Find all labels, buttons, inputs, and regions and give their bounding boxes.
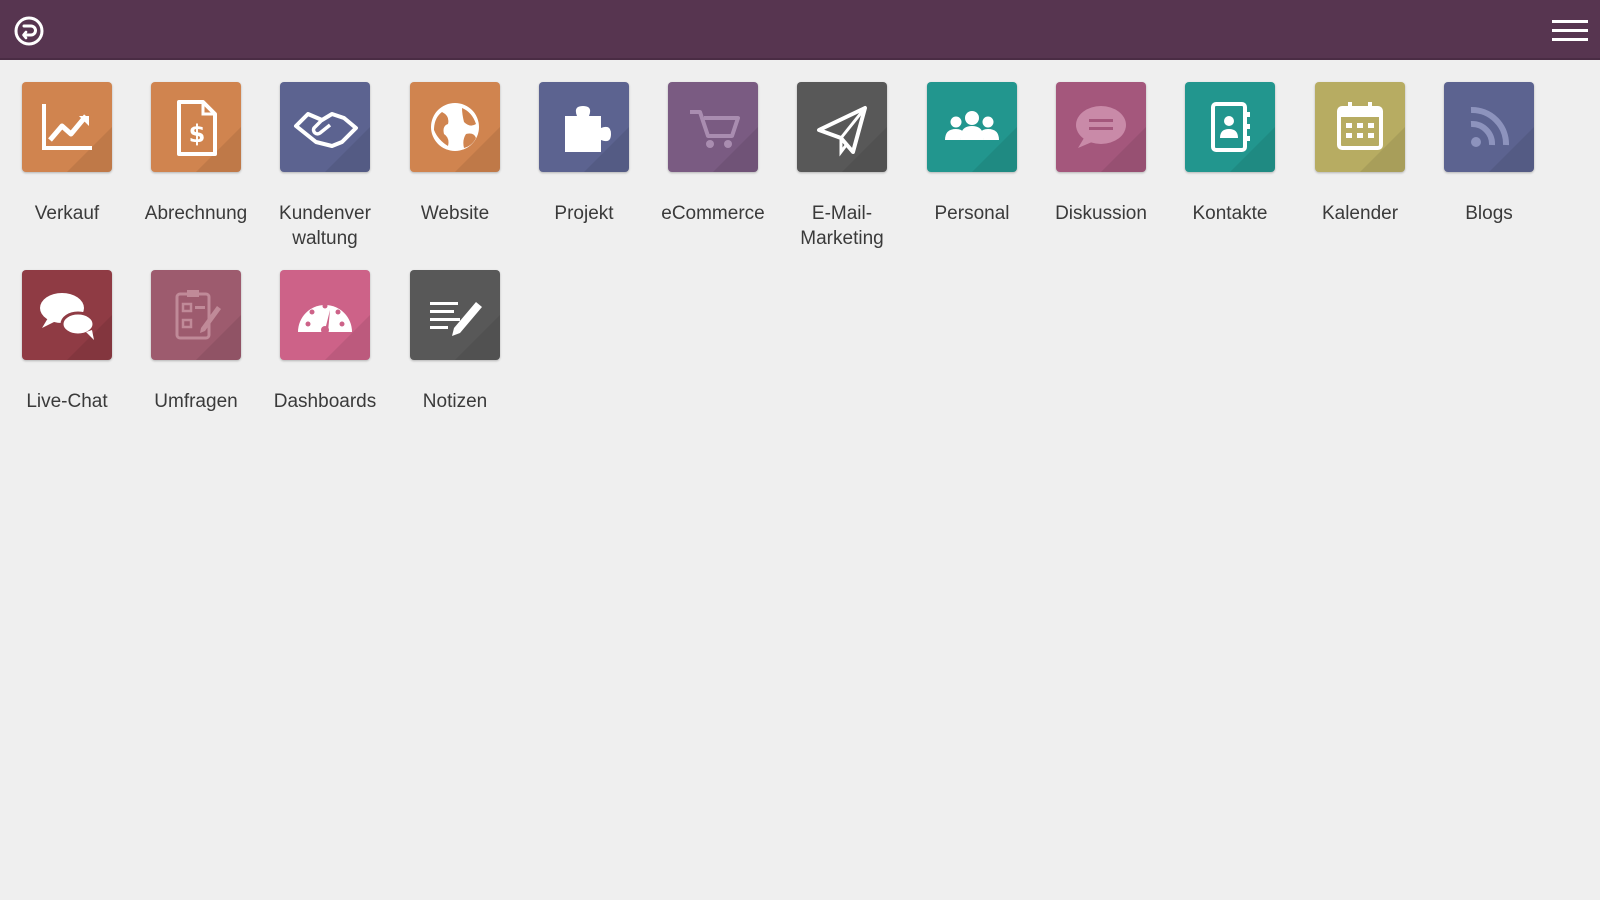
app-website[interactable]: Website bbox=[388, 60, 520, 240]
shopping-cart-icon bbox=[668, 82, 758, 172]
app-label: E-Mail- Marketing bbox=[800, 203, 884, 249]
app-label: Notizen bbox=[422, 391, 488, 412]
paper-plane-icon bbox=[797, 82, 887, 172]
calendar-icon bbox=[1315, 82, 1405, 172]
globe-icon bbox=[410, 82, 500, 172]
top-navbar bbox=[0, 0, 1600, 60]
odoo-home-icon bbox=[14, 16, 44, 46]
app-blogs[interactable]: Blogs bbox=[1422, 60, 1554, 240]
app-verkauf[interactable]: Verkauf bbox=[0, 60, 132, 240]
app-label: Kundenver waltung bbox=[279, 203, 371, 249]
app-notizen[interactable]: Notizen bbox=[388, 248, 520, 428]
home-button[interactable] bbox=[12, 14, 46, 48]
app-label: Verkauf bbox=[34, 203, 100, 224]
app-label: Diskussion bbox=[1055, 203, 1147, 224]
app-label: Dashboards bbox=[273, 391, 377, 412]
svg-text:$: $ bbox=[189, 120, 206, 148]
app-abrechnung[interactable]: $ Abrechnung bbox=[129, 60, 261, 240]
app-label: Projekt bbox=[554, 203, 614, 224]
app-ecommerce[interactable]: eCommerce bbox=[646, 60, 778, 240]
hamburger-menu-icon bbox=[1552, 20, 1588, 41]
app-label: Website bbox=[420, 203, 490, 224]
app-email-marketing[interactable]: E-Mail- Marketing bbox=[775, 60, 907, 249]
survey-clipboard-icon bbox=[151, 270, 241, 360]
notes-pen-icon bbox=[410, 270, 500, 360]
app-label: eCommerce bbox=[661, 203, 765, 224]
rss-feed-icon bbox=[1444, 82, 1534, 172]
app-kundenverwaltung[interactable]: Kundenver waltung bbox=[258, 60, 390, 249]
app-dashboards[interactable]: Dashboards bbox=[258, 248, 390, 428]
app-label: Live-Chat bbox=[26, 391, 108, 412]
app-projekt[interactable]: Projekt bbox=[517, 60, 649, 240]
hamburger-menu-button[interactable] bbox=[1550, 16, 1590, 46]
app-label: Umfragen bbox=[154, 391, 238, 412]
invoice-dollar-icon: $ bbox=[151, 82, 241, 172]
people-group-icon bbox=[927, 82, 1017, 172]
app-label: Kalender bbox=[1321, 203, 1399, 224]
app-umfragen[interactable]: Umfragen bbox=[129, 248, 261, 428]
chat-bubbles-icon bbox=[22, 270, 112, 360]
handshake-icon bbox=[280, 82, 370, 172]
trend-chart-icon bbox=[22, 82, 112, 172]
app-kalender[interactable]: Kalender bbox=[1293, 60, 1425, 240]
app-label: Personal bbox=[934, 203, 1010, 224]
app-kontakte[interactable]: Kontakte bbox=[1163, 60, 1295, 240]
puzzle-icon bbox=[539, 82, 629, 172]
app-label: Blogs bbox=[1465, 203, 1513, 224]
address-book-icon bbox=[1185, 82, 1275, 172]
app-label: Kontakte bbox=[1192, 203, 1268, 224]
app-live-chat[interactable]: Live-Chat bbox=[0, 248, 132, 428]
app-label: Abrechnung bbox=[144, 203, 248, 224]
speech-bubble-icon bbox=[1056, 82, 1146, 172]
app-diskussion[interactable]: Diskussion bbox=[1034, 60, 1166, 240]
speedometer-icon bbox=[280, 270, 370, 360]
app-personal[interactable]: Personal bbox=[905, 60, 1037, 240]
